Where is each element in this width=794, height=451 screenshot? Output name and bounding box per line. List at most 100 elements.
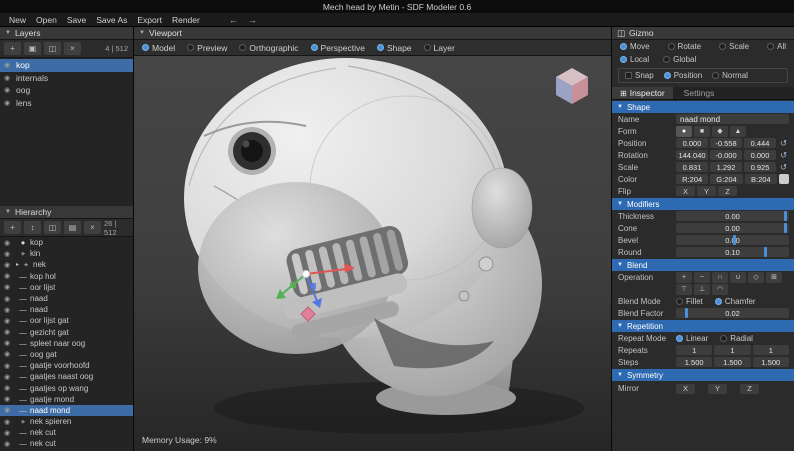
scale-field[interactable]: 0.831 (676, 162, 708, 172)
visibility-eye-icon[interactable]: ◉ (4, 239, 13, 247)
redo-forward-icon[interactable]: → (248, 15, 257, 25)
modifiers-section-header[interactable]: ▼ Modifiers (612, 198, 794, 210)
delete-shape-icon[interactable]: × (84, 221, 101, 234)
layer-item[interactable]: ◉ lens (0, 97, 133, 110)
visibility-eye-icon[interactable]: ◉ (4, 283, 13, 291)
expand-arrow-icon[interactable]: ▸ (16, 261, 19, 268)
scale-field[interactable]: 0.925 (744, 162, 776, 172)
repeats-field[interactable]: 1 (676, 345, 712, 355)
layer-item[interactable]: ◉ oog (0, 84, 133, 97)
chamfer-radio[interactable]: Chamfer (715, 297, 756, 306)
tab-inspector[interactable]: ⊞ Inspector (612, 87, 673, 99)
duplicate-layer-icon[interactable]: ◫ (44, 42, 61, 55)
hierarchy-item[interactable]: ◉ — kop hol (0, 271, 133, 282)
visibility-eye-icon[interactable]: ◉ (4, 86, 13, 94)
position-radio[interactable]: Position (664, 71, 702, 80)
visibility-eye-icon[interactable]: ◉ (4, 440, 13, 448)
rotation-field[interactable]: 144.040 (676, 150, 708, 160)
symmetry-section-header[interactable]: ▼ Symmetry (612, 369, 794, 381)
layer-image-icon[interactable]: ▣ (24, 42, 41, 55)
delete-layer-icon[interactable]: × (64, 42, 81, 55)
hierarchy-item[interactable]: ◉ — naad mond (0, 405, 133, 416)
op-subtract-icon[interactable]: − (694, 272, 710, 283)
shape-radio[interactable]: Shape (377, 43, 412, 53)
move-radio[interactable]: Move (620, 42, 650, 51)
visibility-eye-icon[interactable]: ◉ (4, 317, 13, 325)
slider-handle[interactable] (784, 223, 787, 233)
modifier-slider[interactable]: 0.00 (676, 235, 789, 245)
scale-radio[interactable]: Scale (719, 42, 749, 51)
visibility-eye-icon[interactable]: ◉ (4, 362, 13, 370)
all-radio[interactable]: All (767, 42, 786, 51)
op-top-icon[interactable]: ⊤ (676, 284, 692, 295)
orthographic-radio[interactable]: Orthographic (239, 43, 298, 53)
visibility-eye-icon[interactable]: ◉ (4, 384, 13, 392)
form-box-icon[interactable]: ■ (694, 126, 710, 137)
layer-radio[interactable]: Layer (424, 43, 455, 53)
mirror-x-button[interactable]: X (676, 384, 695, 394)
layer-item[interactable]: ◉ kop (0, 59, 133, 72)
layers-header[interactable]: ▼ Layers (0, 27, 133, 40)
reset-position-icon[interactable]: ↺ (778, 138, 789, 149)
snap-checkbox[interactable]: Snap (625, 71, 654, 80)
visibility-eye-icon[interactable]: ◉ (4, 250, 13, 258)
fillet-radio[interactable]: Fillet (676, 297, 703, 306)
name-input[interactable]: naad mond (676, 114, 789, 124)
gizmo-header[interactable]: ◫ Gizmo (612, 27, 794, 40)
hierarchy-item[interactable]: ◉ ● kop (0, 237, 133, 248)
form-cone-icon[interactable]: ▲ (730, 126, 746, 137)
perspective-radio[interactable]: Perspective (311, 43, 365, 53)
repeats-field[interactable]: 1 (753, 345, 789, 355)
hierarchy-item[interactable]: ◉ — gaatjes op wang (0, 382, 133, 393)
radial-radio[interactable]: Radial (720, 334, 753, 343)
op-morph-icon[interactable]: ⊞ (766, 272, 782, 283)
steps-field[interactable]: 1.500 (753, 357, 789, 367)
op-curve-icon[interactable]: ◠ (712, 284, 728, 295)
visibility-eye-icon[interactable]: ◉ (4, 395, 13, 403)
slider-handle[interactable] (764, 247, 767, 257)
hierarchy-item[interactable]: ◉ — oor lijst (0, 282, 133, 293)
visibility-eye-icon[interactable]: ◉ (4, 272, 13, 280)
hierarchy-item[interactable]: ◉ + nek spieren (0, 416, 133, 427)
hierarchy-item[interactable]: ◉ — gaatje mond (0, 394, 133, 405)
color-channel-field[interactable]: R:204 (676, 174, 708, 184)
group-list-icon[interactable]: ▤ (64, 221, 81, 234)
hierarchy-item[interactable]: ◉ — nek cut (0, 427, 133, 438)
modifier-slider[interactable]: 0.10 (676, 247, 789, 257)
viewport-header[interactable]: ▼ Viewport (134, 27, 611, 40)
normal-radio[interactable]: Normal (712, 71, 748, 80)
visibility-eye-icon[interactable]: ◉ (4, 306, 13, 314)
hierarchy-item[interactable]: ◉ — gaatjes naast oog (0, 371, 133, 382)
hierarchy-item[interactable]: ◉ ▸ + nek (0, 259, 133, 270)
hierarchy-item[interactable]: ◉ — gaatje voorhoofd (0, 360, 133, 371)
add-shape-icon[interactable]: + (4, 221, 21, 234)
reset-rotation-icon[interactable]: ↺ (778, 150, 789, 161)
flip-x-button[interactable]: X (676, 186, 695, 196)
modifier-slider[interactable]: 0.00 (676, 211, 789, 221)
undo-back-icon[interactable]: ← (229, 15, 238, 25)
local-radio[interactable]: Local (620, 55, 649, 64)
form-cylinder-icon[interactable]: ◆ (712, 126, 728, 137)
visibility-eye-icon[interactable]: ◉ (4, 61, 13, 69)
steps-field[interactable]: 1.500 (714, 357, 750, 367)
slider-handle[interactable] (733, 235, 736, 245)
modifier-slider[interactable]: 0.00 (676, 223, 789, 233)
slider-handle[interactable] (685, 308, 688, 318)
hierarchy-header[interactable]: ▼ Hierarchy (0, 206, 133, 219)
steps-field[interactable]: 1.500 (676, 357, 712, 367)
menu-item[interactable]: Render (167, 15, 205, 25)
color-channel-field[interactable]: G:204 (710, 174, 742, 184)
visibility-eye-icon[interactable]: ◉ (4, 74, 13, 82)
visibility-eye-icon[interactable]: ◉ (4, 373, 13, 381)
form-sphere-icon[interactable]: ● (676, 126, 692, 137)
flip-y-button[interactable]: Y (697, 186, 716, 196)
menu-item[interactable]: Save As (91, 15, 132, 25)
color-channel-field[interactable]: B:204 (745, 174, 777, 184)
rotate-radio[interactable]: Rotate (668, 42, 702, 51)
duplicate-shape-icon[interactable]: ◫ (44, 221, 61, 234)
color-swatch[interactable] (779, 174, 789, 184)
visibility-eye-icon[interactable]: ◉ (4, 261, 13, 269)
visibility-eye-icon[interactable]: ◉ (4, 350, 13, 358)
visibility-eye-icon[interactable]: ◉ (4, 429, 13, 437)
op-paint-icon[interactable]: ∪ (730, 272, 746, 283)
